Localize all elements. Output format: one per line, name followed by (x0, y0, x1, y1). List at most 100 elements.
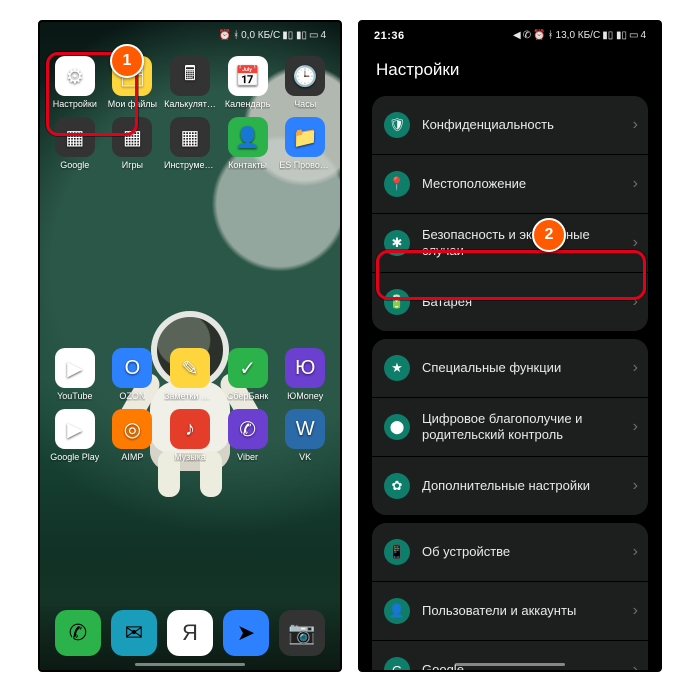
app-aimp[interactable]: ◎AIMP (106, 409, 160, 462)
app-label: Google Play (50, 452, 99, 462)
special-icon: ★ (384, 355, 410, 381)
app-vk[interactable]: W VK (278, 409, 332, 462)
app-sberbank[interactable]: ✓ СберБанк (221, 348, 275, 401)
settings-row-label: Конфиденциальность (422, 117, 621, 133)
phone-home-screen: 21:34 ⏰ ᚼ 0,0 КБ/С ▮▯ ▮▯ ▭ 4 ⚙Настройки🗂… (38, 20, 342, 672)
app-label: Viber (237, 452, 258, 462)
sberbank-icon: ✓ (228, 348, 268, 388)
settings-row-label: Об устройстве (422, 544, 621, 560)
app-es-explorer[interactable]: 📁 ES Провод… (278, 117, 332, 170)
privacy-icon: 🛡 (384, 112, 410, 138)
chevron-right-icon: › (633, 418, 638, 436)
chevron-right-icon: › (633, 602, 638, 620)
clock-icon: 🕒 (285, 56, 325, 96)
music-icon: ♪ (170, 409, 210, 449)
advanced-icon: ✿ (384, 473, 410, 499)
settings-row-users[interactable]: 👤 Пользователи и аккаунты › (372, 581, 648, 640)
es-explorer-icon: 📁 (285, 117, 325, 157)
app-label: Инструмен… (164, 160, 216, 170)
battery-icon: ▭ (309, 31, 318, 41)
app-contacts[interactable]: 👤 Контакты (221, 117, 275, 170)
net-speed: 13,0 КБ/С (556, 31, 601, 41)
app-clock[interactable]: 🕒 Часы (278, 56, 332, 109)
app-google-play[interactable]: ▶ Google Play (48, 409, 102, 462)
battery-pct: 4 (640, 31, 646, 41)
app-label: Часы (294, 99, 316, 109)
signal-icon: ▮▯ ▮▯ (602, 31, 627, 41)
app-label: Заметки G… (164, 391, 216, 401)
app-tools-folder[interactable]: ▦ Инструмен… (163, 117, 217, 170)
wellbeing-icon: ⬤ (384, 414, 410, 440)
app-label: Контакты (228, 160, 267, 170)
vk-icon: W (285, 409, 325, 449)
tools-folder-icon: ▦ (170, 117, 210, 157)
settings-row-special[interactable]: ★Специальные функции› (372, 339, 648, 397)
app-ozon[interactable]: O OZON (106, 348, 160, 401)
ozon-icon: O (112, 348, 152, 388)
app-calculator[interactable]: 🖩 Калькулят… (163, 56, 217, 109)
chevron-right-icon: › (633, 359, 638, 377)
app-viber[interactable]: ✆ Viber (221, 409, 275, 462)
signal-icon: ▮▯ ▮▯ (282, 31, 307, 41)
chevron-right-icon: › (633, 661, 638, 672)
status-time: 21:36 (374, 30, 405, 42)
app-label: ES Провод… (279, 160, 331, 170)
yoomoney-icon: Ю (285, 348, 325, 388)
app-label: YouTube (57, 391, 92, 401)
dock-camera[interactable]: 📷 (279, 610, 325, 656)
youtube-icon: ▶ (55, 348, 95, 388)
contacts-icon: 👤 (228, 117, 268, 157)
badge-1: 1 (110, 44, 144, 78)
alarm-icon: ⏰ (219, 31, 231, 41)
settings-row-google[interactable]: GGoogle› (372, 640, 648, 672)
dock-telegram[interactable]: ➤ (223, 610, 269, 656)
app-label: ЮMoney (287, 391, 323, 401)
viber-icon: ✆ (228, 409, 268, 449)
aimp-icon: ◎ (112, 409, 152, 449)
settings-group-2: ★Специальные функции› ⬤ Цифровое благополу… (372, 339, 648, 515)
app-label: Калькулят… (164, 99, 216, 109)
app-notes[interactable]: ✎Заметки G… (163, 348, 217, 401)
highlight-battery (376, 250, 646, 300)
net-speed: 0,0 КБ/С (241, 31, 280, 41)
bluetooth-icon: ᚼ (233, 31, 239, 41)
settings-row-label: Цифровое благополучие и родительский кон… (422, 411, 621, 442)
badge-2: 2 (532, 218, 566, 252)
calendar-icon: 📅 (228, 56, 268, 96)
settings-row-label: Дополнительные настройки (422, 478, 621, 494)
home-indicator[interactable] (135, 663, 245, 666)
settings-group-3: 📱 Об устройстве › 👤 Пользователи и аккаунты ›… (372, 523, 648, 672)
location-icon: 📍 (384, 171, 410, 197)
app-label: Музыка (174, 452, 206, 462)
about-icon: 📱 (384, 539, 410, 565)
chevron-right-icon: › (633, 477, 638, 495)
settings-row-privacy[interactable]: 🛡Конфиденциальность› (372, 96, 648, 154)
settings-row-label: Пользователи и аккаунты (422, 603, 621, 619)
app-label: СберБанк (227, 391, 268, 401)
app-yoomoney[interactable]: Ю ЮMoney (278, 348, 332, 401)
app-youtube[interactable]: ▶ YouTube (48, 348, 102, 401)
settings-row-about[interactable]: 📱 Об устройстве › (372, 523, 648, 581)
status-bar: 21:36 ◀ ✆ ⏰ ᚼ 13,0 КБ/С ▮▯ ▮▯ ▭ 4 (360, 22, 660, 50)
settings-row-location[interactable]: 📍 Местоположение › (372, 154, 648, 213)
phone-settings-screen: 21:36 ◀ ✆ ⏰ ᚼ 13,0 КБ/С ▮▯ ▮▯ ▭ 4 Настро… (358, 20, 662, 672)
settings-row-wellbeing[interactable]: ⬤ Цифровое благополучие и родительский ко… (372, 397, 648, 456)
calculator-icon: 🖩 (170, 56, 210, 96)
dock-yandex[interactable]: Я (167, 610, 213, 656)
chevron-right-icon: › (633, 543, 638, 561)
settings-row-advanced[interactable]: ✿ Дополнительные настройки › (372, 456, 648, 515)
app-music[interactable]: ♪ Музыка (163, 409, 217, 462)
app-calendar[interactable]: 📅Календарь (221, 56, 275, 109)
app-label: OZON (119, 391, 145, 401)
app-label: VK (299, 452, 311, 462)
alarm-icon: ⏰ (533, 31, 545, 41)
settings-row-label: Местоположение (422, 176, 621, 192)
home-indicator[interactable] (455, 663, 565, 666)
chevron-right-icon: › (633, 175, 638, 193)
google-play-icon: ▶ (55, 409, 95, 449)
telegram-status-icon: ◀ (513, 31, 521, 41)
phone-status-icon: ✆ (523, 31, 531, 41)
users-icon: 👤 (384, 598, 410, 624)
dock-phone[interactable]: ✆ (55, 610, 101, 656)
dock-messages[interactable]: ✉ (111, 610, 157, 656)
